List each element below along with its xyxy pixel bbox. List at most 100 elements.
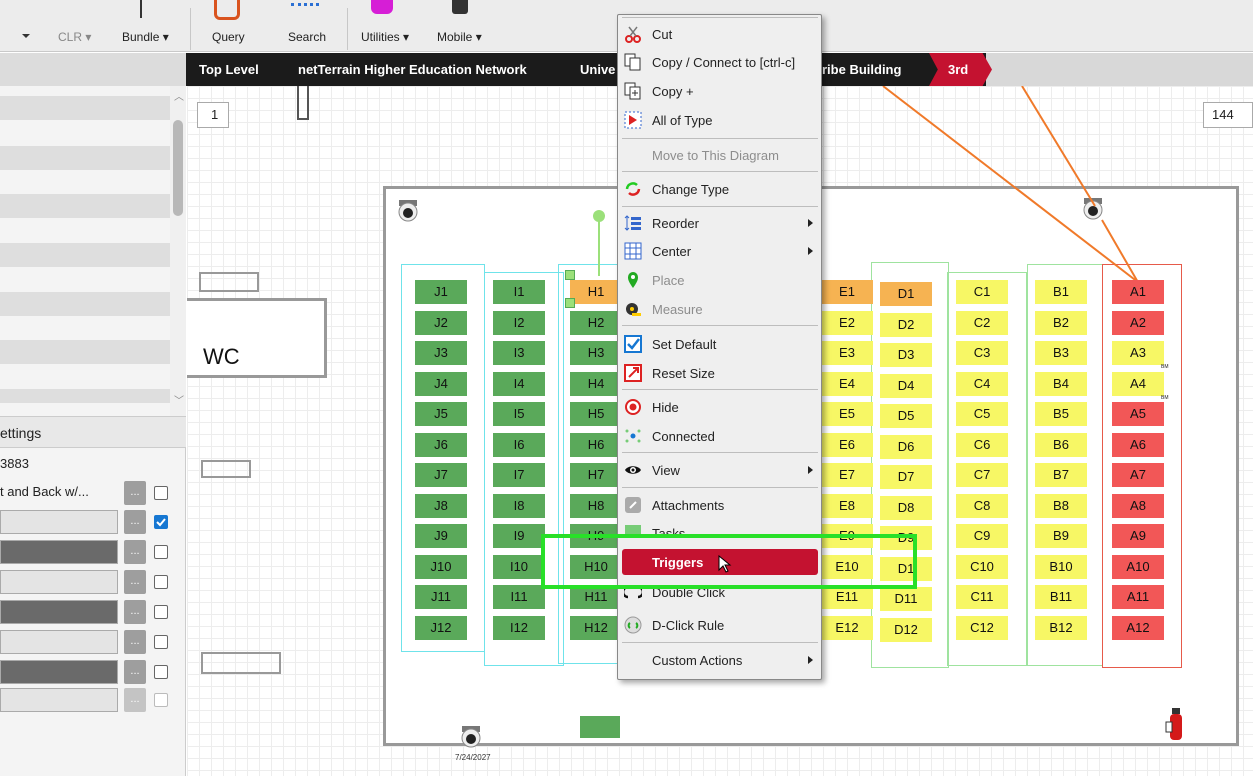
rack-d3[interactable]: D3 <box>880 343 932 367</box>
rack-e8[interactable]: E8 <box>821 494 873 518</box>
rack-e4[interactable]: E4 <box>821 372 873 396</box>
rack-b10[interactable]: B10 <box>1035 555 1087 579</box>
rack-i8[interactable]: I8 <box>493 494 545 518</box>
rack-e5[interactable]: E5 <box>821 402 873 426</box>
rack-b12[interactable]: B12 <box>1035 616 1087 640</box>
rack-b2[interactable]: B2 <box>1035 311 1087 335</box>
rack-h8[interactable]: H8 <box>570 494 622 518</box>
rack-a5[interactable]: A5 <box>1112 402 1164 426</box>
rack-j3[interactable]: J3 <box>415 341 467 365</box>
menu-item-set-default[interactable]: Set Default <box>618 331 821 357</box>
field-input[interactable] <box>0 510 118 534</box>
breadcrumb-item-top-level[interactable]: Top Level <box>199 62 259 77</box>
field-input[interactable] <box>0 570 118 594</box>
menu-item-custom-actions[interactable]: Custom Actions <box>618 647 821 673</box>
field-input[interactable] <box>0 660 118 684</box>
rack-c10[interactable]: C10 <box>956 555 1008 579</box>
menu-item-reset-size[interactable]: Reset Size <box>618 360 821 386</box>
rack-a2[interactable]: A2 <box>1112 311 1164 335</box>
menu-item-cut[interactable]: Cut <box>618 21 821 47</box>
rack-i5[interactable]: I5 <box>493 402 545 426</box>
rack-e12[interactable]: E12 <box>821 616 873 640</box>
field-options-button[interactable]: ... <box>124 481 146 505</box>
rack-c9[interactable]: C9 <box>956 524 1008 548</box>
rack-d6[interactable]: D6 <box>880 435 932 459</box>
menu-item-copy-connect[interactable]: Copy / Connect to [ctrl-c] <box>618 49 821 75</box>
field-input[interactable] <box>0 600 118 624</box>
rack-a9[interactable]: A9 <box>1112 524 1164 548</box>
rack-a12[interactable]: A12 <box>1112 616 1164 640</box>
checkbox-checked[interactable] <box>154 515 168 529</box>
rack-d2[interactable]: D2 <box>880 313 932 337</box>
checkbox[interactable] <box>154 605 168 619</box>
scroll-down-icon[interactable]: ﹀ <box>174 392 184 407</box>
mobile-dropdown[interactable]: Mobile ▾ <box>437 30 482 44</box>
rack-i10[interactable]: I10 <box>493 555 545 579</box>
rack-e3[interactable]: E3 <box>821 341 873 365</box>
rack-b11[interactable]: B11 <box>1035 585 1087 609</box>
rack-i2[interactable]: I2 <box>493 311 545 335</box>
rack-b4[interactable]: B4 <box>1035 372 1087 396</box>
rack-i9[interactable]: I9 <box>493 524 545 548</box>
rack-j2[interactable]: J2 <box>415 311 467 335</box>
rack-j4[interactable]: J4 <box>415 372 467 396</box>
selection-handle[interactable] <box>565 270 575 280</box>
rack-d7[interactable]: D7 <box>880 465 932 489</box>
rack-i11[interactable]: I11 <box>493 585 545 609</box>
rack-j8[interactable]: J8 <box>415 494 467 518</box>
utilities-dropdown[interactable]: Utilities ▾ <box>361 30 409 44</box>
rack-b8[interactable]: B8 <box>1035 494 1087 518</box>
rack-b6[interactable]: B6 <box>1035 433 1087 457</box>
rack-a3[interactable]: A3 <box>1112 341 1164 365</box>
menu-item-attachments[interactable]: Attachments <box>618 492 821 518</box>
rack-b5[interactable]: B5 <box>1035 402 1087 426</box>
list-item[interactable] <box>0 194 170 218</box>
breadcrumb-item-building[interactable]: ribe Building <box>822 62 901 77</box>
query-button[interactable]: Query <box>212 30 245 44</box>
rack-c6[interactable]: C6 <box>956 433 1008 457</box>
rack-e1[interactable]: E1 <box>821 280 873 304</box>
rack-a6[interactable]: A6 <box>1112 433 1164 457</box>
breadcrumb-item-network[interactable]: netTerrain Higher Education Network <box>298 62 527 77</box>
rack-j10[interactable]: J10 <box>415 555 467 579</box>
rack-c1[interactable]: C1 <box>956 280 1008 304</box>
rack-j1[interactable]: J1 <box>415 280 467 304</box>
field-options-button[interactable]: ... <box>124 540 146 564</box>
rack-i4[interactable]: I4 <box>493 372 545 396</box>
menu-item-connected[interactable]: Connected <box>618 423 821 449</box>
checkbox[interactable] <box>154 486 168 500</box>
rack-h6[interactable]: H6 <box>570 433 622 457</box>
scroll-up-icon[interactable]: ︿ <box>174 88 184 103</box>
scrollbar-thumb[interactable] <box>173 120 183 216</box>
rack-h7[interactable]: H7 <box>570 463 622 487</box>
field-options-button[interactable]: ... <box>124 570 146 594</box>
list-item[interactable] <box>0 96 170 120</box>
list-item[interactable] <box>0 389 170 403</box>
rack-j11[interactable]: J11 <box>415 585 467 609</box>
checkbox[interactable] <box>154 545 168 559</box>
rack-d5[interactable]: D5 <box>880 404 932 428</box>
list-item[interactable] <box>0 243 170 267</box>
rack-a7[interactable]: A7 <box>1112 463 1164 487</box>
rack-c5[interactable]: C5 <box>956 402 1008 426</box>
rack-c4[interactable]: C4 <box>956 372 1008 396</box>
rack-c12[interactable]: C12 <box>956 616 1008 640</box>
rack-c7[interactable]: C7 <box>956 463 1008 487</box>
rack-a10[interactable]: A10 <box>1112 555 1164 579</box>
list-item[interactable] <box>0 146 170 170</box>
rack-b3[interactable]: B3 <box>1035 341 1087 365</box>
rack-c11[interactable]: C11 <box>956 585 1008 609</box>
menu-item-view[interactable]: View <box>618 457 821 483</box>
rack-j5[interactable]: J5 <box>415 402 467 426</box>
checkbox[interactable] <box>154 665 168 679</box>
rack-d11[interactable]: D11 <box>880 587 932 611</box>
rack-a4[interactable]: A4 <box>1112 372 1164 396</box>
rack-c3[interactable]: C3 <box>956 341 1008 365</box>
rack-a11[interactable]: A11 <box>1112 585 1164 609</box>
breadcrumb-item-floor[interactable]: 3rd <box>948 62 968 77</box>
menu-item-center[interactable]: Center <box>618 238 821 264</box>
search-button[interactable]: Search <box>288 30 326 44</box>
rack-d12[interactable]: D12 <box>880 618 932 642</box>
rack-c2[interactable]: C2 <box>956 311 1008 335</box>
selection-handle[interactable] <box>565 298 575 308</box>
